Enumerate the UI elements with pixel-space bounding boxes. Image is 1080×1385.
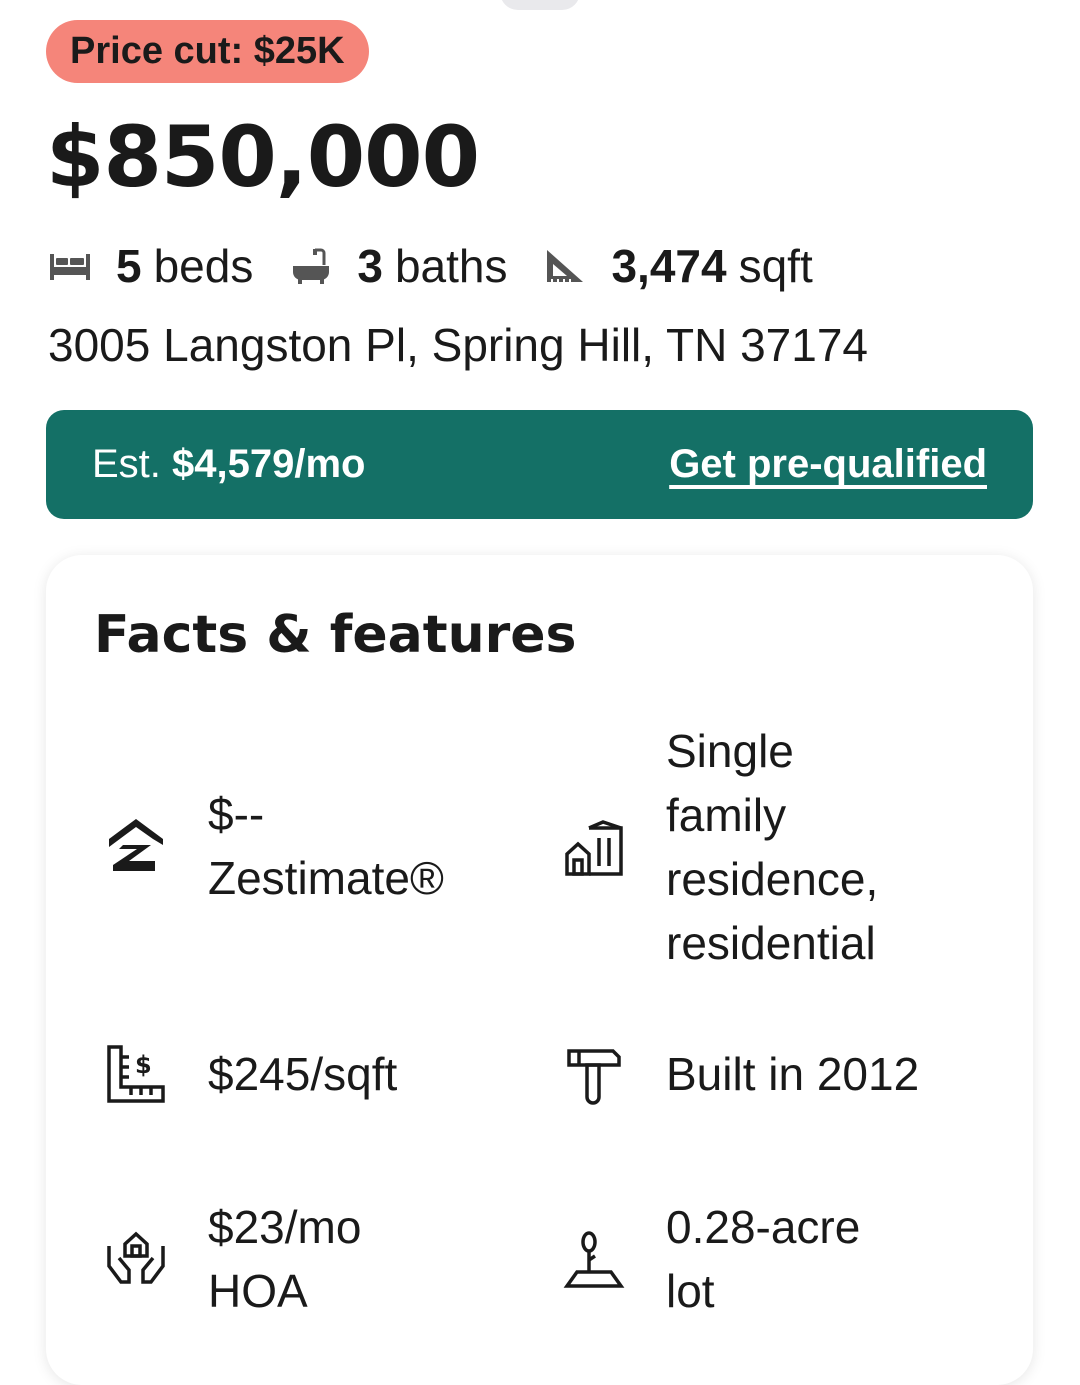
building-icon	[562, 815, 626, 879]
sqft-stat: 3,474 sqft	[543, 239, 813, 293]
mortgage-banner: Est. $4,579/mo Get pre-qualified	[46, 410, 1033, 519]
bed-icon	[48, 246, 92, 286]
lot-tree-icon	[562, 1227, 626, 1291]
lot-size-value: 0.28-acre	[666, 1201, 861, 1253]
beds-stat: 5 beds	[48, 239, 253, 293]
fact-zestimate: $-- Zestimate®	[104, 782, 444, 910]
facts-title: Facts & features	[94, 605, 577, 665]
home-type-line: Single	[666, 725, 794, 777]
sheet-handle[interactable]	[500, 0, 580, 10]
estimate-value: $4,579/mo	[172, 442, 366, 486]
fact-year-built: Built in 2012	[562, 1042, 919, 1106]
estimate-label: Est.	[92, 442, 161, 486]
fact-home-type: Single family residence, residential	[562, 719, 878, 975]
estimated-payment: Est. $4,579/mo	[92, 442, 366, 487]
fact-lot-size-text: 0.28-acre lot	[666, 1195, 860, 1323]
fact-price-per-sqft: $ $245/sqft	[104, 1042, 397, 1106]
hoa-label: HOA	[208, 1265, 308, 1317]
home-type-line: family	[666, 789, 787, 841]
year-built-value: Built in 2012	[666, 1048, 920, 1100]
fact-hoa-text: $23/mo HOA	[208, 1195, 361, 1323]
fact-home-type-text: Single family residence, residential	[666, 719, 878, 975]
fact-price-per-sqft-text: $245/sqft	[208, 1042, 397, 1106]
listing-address: 3005 Langston Pl, Spring Hill, TN 37174	[48, 319, 869, 371]
fact-lot-size: 0.28-acre lot	[562, 1195, 860, 1323]
bathtub-icon	[289, 246, 333, 286]
get-pre-qualified-link[interactable]: Get pre-qualified	[669, 442, 987, 487]
sqft-label: sqft	[738, 240, 813, 292]
price-per-sqft-value: $245/sqft	[208, 1048, 398, 1100]
home-type-line: residential	[666, 917, 876, 969]
home-stats: 5 beds 3 baths 3,474 sqft	[48, 235, 849, 297]
svg-text:$: $	[135, 1051, 152, 1079]
fact-hoa: $23/mo HOA	[104, 1195, 361, 1323]
baths-stat: 3 baths	[289, 239, 507, 293]
zestimate-label: Zestimate®	[208, 852, 444, 904]
beds-value: 5	[116, 240, 142, 292]
hoa-hands-icon	[104, 1227, 168, 1291]
home-type-line: residence,	[666, 853, 879, 905]
listing-price: $850,000	[46, 108, 480, 206]
baths-label: baths	[394, 240, 508, 292]
hammer-icon	[562, 1042, 626, 1106]
fact-year-built-text: Built in 2012	[666, 1042, 919, 1106]
sqft-value: 3,474	[611, 240, 727, 292]
hoa-value: $23/mo	[208, 1201, 362, 1253]
lot-size-label: lot	[666, 1265, 715, 1317]
zestimate-value: $--	[208, 788, 265, 840]
baths-value: 3	[357, 240, 383, 292]
price-per-sqft-icon: $	[104, 1042, 168, 1106]
fact-zestimate-text: $-- Zestimate®	[208, 782, 444, 910]
facts-features-card: Facts & features $-- Zestimate® Single f…	[46, 555, 1033, 1385]
price-cut-badge: Price cut: $25K	[46, 20, 369, 83]
zestimate-icon	[104, 814, 168, 878]
beds-label: beds	[153, 240, 254, 292]
ruler-triangle-icon	[543, 246, 587, 286]
